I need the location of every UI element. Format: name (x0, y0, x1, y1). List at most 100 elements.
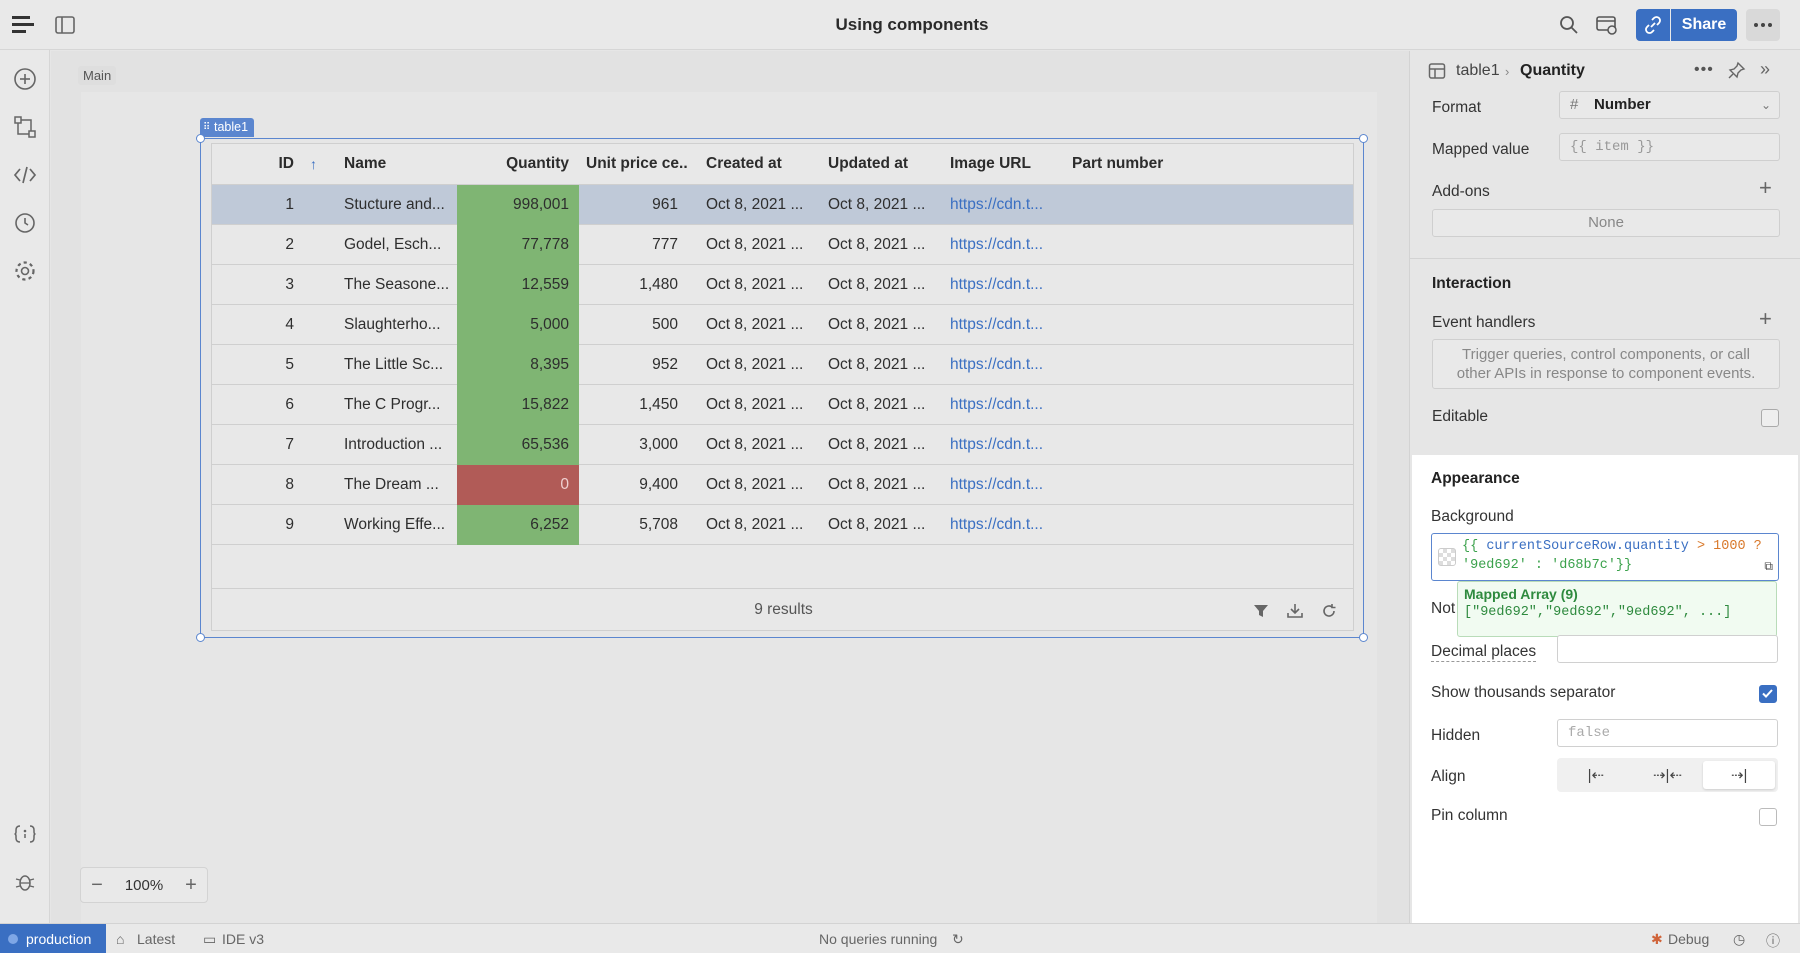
decimal-places-input[interactable] (1557, 635, 1778, 663)
column-header-created-at[interactable]: Created at (706, 144, 806, 184)
table-row[interactable]: 8,395 5 The Little Sc... 952 Oct 8, 2021 ...… (212, 345, 1353, 385)
cell-image-url[interactable]: https://cdn.t... (950, 225, 1050, 265)
addons-none[interactable]: None (1432, 209, 1780, 237)
zoom-in-button[interactable]: + (175, 874, 207, 897)
align-center-button[interactable]: ⇢|⇠ (1632, 761, 1704, 789)
table-row[interactable]: 65,536 7 Introduction ... 3,000 Oct 8, 2021 … (212, 425, 1353, 465)
column-header-image-url[interactable]: Image URL (950, 144, 1050, 184)
code-icon[interactable] (11, 161, 39, 189)
table-row[interactable]: 77,778 2 Godel, Esch... 777 Oct 8, 2021 ... O… (212, 225, 1353, 265)
debug-button[interactable]: Debug (1668, 931, 1709, 947)
background-code-editor[interactable]: {{ currentSourceRow.quantity > 1000 ? '9… (1431, 533, 1779, 581)
settings-gear-icon[interactable] (11, 257, 39, 285)
cell-quantity[interactable]: 998,001 (457, 185, 579, 225)
filter-icon[interactable] (1249, 599, 1273, 623)
cell-quantity[interactable]: 8,395 (457, 345, 579, 385)
align-left-button[interactable]: |⇠ (1560, 761, 1632, 789)
table-row[interactable]: 998,001 1 Stucture and... 961 Oct 8, 2021 ..… (212, 185, 1353, 225)
background-label: Background (1431, 508, 1514, 525)
decimal-places-label: Decimal places (1431, 643, 1537, 662)
preview-icon[interactable] (1594, 12, 1620, 38)
resize-handle-top-right[interactable] (1359, 134, 1368, 143)
breadcrumb-component[interactable]: table1 (1456, 62, 1500, 80)
copy-link-button[interactable] (1636, 9, 1670, 41)
format-select[interactable]: # Number ⌄ (1559, 91, 1780, 119)
download-icon[interactable] (1283, 599, 1307, 623)
mapped-value-input[interactable]: {{ item }} (1559, 133, 1780, 161)
inspector-more-icon[interactable]: ••• (1694, 61, 1714, 79)
cell-quantity[interactable]: 5,000 (457, 305, 579, 345)
cell-quantity[interactable]: 12,559 (457, 265, 579, 305)
cell-image-url[interactable]: https://cdn.t... (950, 265, 1050, 305)
zoom-out-button[interactable]: − (81, 874, 113, 897)
more-menu-button[interactable] (1746, 9, 1780, 41)
latest-release[interactable]: Latest (137, 931, 175, 947)
status-bar: production ⌂ Latest ▭ IDE v3 No queries … (0, 923, 1800, 953)
cell-quantity[interactable]: 15,822 (457, 385, 579, 425)
cell-image-url[interactable]: https://cdn.t... (950, 185, 1050, 225)
table-row[interactable]: 6,252 9 Working Effe... 5,708 Oct 8, 2021 ..… (212, 505, 1353, 545)
cell-quantity[interactable]: 65,536 (457, 425, 579, 465)
add-event-handler-icon[interactable]: + (1759, 306, 1772, 332)
cell-image-url[interactable]: https://cdn.t... (950, 425, 1050, 465)
pin-column-checkbox[interactable] (1759, 808, 1777, 826)
column-header-quantity[interactable]: Quantity (457, 144, 579, 184)
sort-ascending-icon[interactable]: ↑ (310, 156, 317, 172)
table-footer: 9 results (212, 588, 1353, 630)
data-table[interactable]: ID ↑ Name Quantity Unit price ce... Crea… (211, 143, 1354, 631)
share-button[interactable]: Share (1671, 9, 1737, 41)
column-header-name[interactable]: Name (344, 144, 464, 184)
resize-handle-bottom-left[interactable] (196, 633, 205, 642)
cell-image-url[interactable]: https://cdn.t... (950, 385, 1050, 425)
cell-quantity[interactable]: 0 (457, 465, 579, 505)
state-icon[interactable] (11, 820, 39, 848)
collapse-panel-icon[interactable]: » (1760, 59, 1770, 80)
column-header-id[interactable]: ID (212, 144, 310, 184)
interaction-title: Interaction (1432, 275, 1512, 292)
editable-checkbox[interactable] (1761, 409, 1779, 427)
cell-image-url[interactable]: https://cdn.t... (950, 505, 1050, 545)
cell-image-url[interactable]: https://cdn.t... (950, 465, 1050, 505)
cell-created-at: Oct 8, 2021 ... (706, 236, 804, 253)
add-component-icon[interactable] (11, 65, 39, 93)
queries-refresh-icon[interactable]: ↻ (952, 931, 964, 948)
refresh-icon[interactable] (1317, 599, 1341, 623)
expand-editor-icon[interactable]: ⧉ (1764, 558, 1773, 577)
cell-quantity[interactable]: 6,252 (457, 505, 579, 545)
ide-version[interactable]: IDE v3 (222, 931, 264, 947)
history-icon[interactable] (11, 209, 39, 237)
column-header-label: ID (278, 155, 295, 172)
search-icon[interactable] (1556, 12, 1582, 38)
cell-unit-price: 9,400 (639, 476, 678, 493)
component-tree-icon[interactable] (11, 113, 39, 141)
table-row[interactable]: 12,559 3 The Seasone... 1,480 Oct 8, 2021 ..… (212, 265, 1353, 305)
align-right-button[interactable]: ⇢| (1703, 761, 1776, 789)
column-header-part-number[interactable]: Part number (1072, 144, 1192, 184)
resize-handle-top-left[interactable] (196, 134, 205, 143)
table-row[interactable]: 0 8 The Dream ... 9,400 Oct 8, 2021 ... Oct 8… (212, 465, 1353, 505)
column-header-unit-price[interactable]: Unit price ce... (586, 144, 688, 184)
event-handlers-empty[interactable]: Trigger queries, control components, or … (1432, 339, 1780, 389)
help-icon[interactable]: ⓘ (1766, 931, 1780, 951)
table-row[interactable]: 5,000 4 Slaughterho... 500 Oct 8, 2021 ... Oc… (212, 305, 1353, 345)
pin-icon[interactable] (1728, 61, 1746, 84)
cell-created-at: Oct 8, 2021 ... (706, 276, 804, 293)
cell-quantity[interactable]: 77,778 (457, 225, 579, 265)
debug-bug-icon[interactable] (11, 868, 39, 896)
thousands-separator-checkbox[interactable] (1759, 685, 1777, 703)
main-frame-label: Main (78, 66, 117, 85)
add-addon-icon[interactable]: + (1759, 175, 1772, 201)
cell-image-url[interactable]: https://cdn.t... (950, 305, 1050, 345)
column-header-updated-at[interactable]: Updated at (828, 144, 928, 184)
cell-name: Working Effe... (344, 516, 446, 533)
cell-image-url[interactable]: https://cdn.t... (950, 345, 1050, 385)
component-tag[interactable]: table1 (200, 118, 255, 137)
resize-handle-bottom-right[interactable] (1359, 633, 1368, 642)
cell-id: 7 (285, 436, 294, 453)
table-row[interactable]: 15,822 6 The C Progr... 1,450 Oct 8, 2021 ..… (212, 385, 1353, 425)
hidden-input[interactable]: false (1557, 719, 1778, 747)
app-title: Using components (835, 15, 989, 34)
history-clock-icon[interactable]: ◷ (1733, 931, 1745, 948)
color-swatch[interactable] (1438, 548, 1456, 566)
environment-selector[interactable]: production (0, 924, 106, 953)
